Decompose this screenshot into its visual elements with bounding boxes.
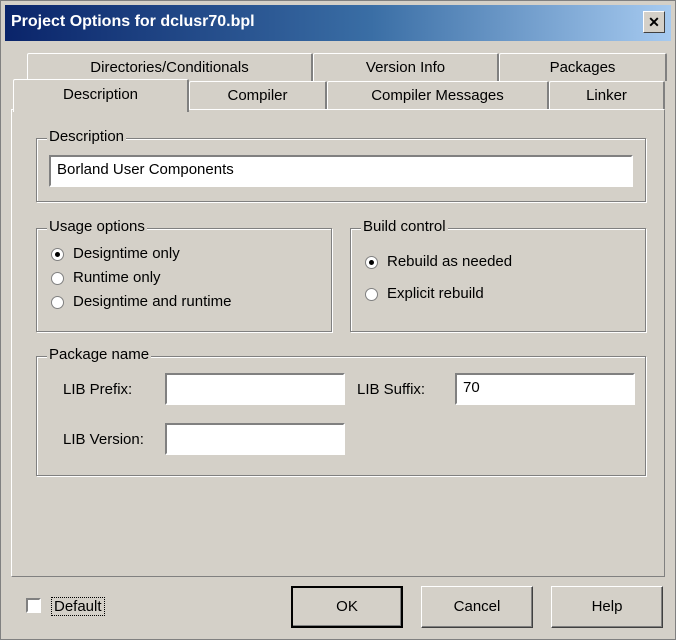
description-tab-panel: Description Borland User Components Usag… — [11, 109, 665, 577]
radio-runtime-only[interactable]: Runtime only — [51, 269, 311, 289]
tab-packages[interactable]: Packages — [499, 53, 667, 81]
usage-options-group: Usage options Designtime only Runtime on… — [36, 218, 332, 332]
lib-prefix-field[interactable] — [165, 373, 345, 405]
build-control-label: Build control — [361, 218, 448, 235]
radio-explicit-rebuild[interactable]: Explicit rebuild — [365, 285, 625, 305]
description-group: Description Borland User Components — [36, 128, 646, 202]
package-name-group: Package name LIB Prefix: LIB Suffix: 70 … — [36, 346, 646, 476]
default-checkbox[interactable] — [26, 598, 41, 613]
radio-label: Explicit rebuild — [387, 285, 484, 302]
window-title: Project Options for dclusr70.bpl — [11, 13, 255, 30]
tab-version-info[interactable]: Version Info — [313, 53, 499, 81]
lib-version-field[interactable] — [165, 423, 345, 455]
build-control-group: Build control Rebuild as needed Explicit… — [350, 218, 646, 332]
radio-unselected-icon[interactable] — [365, 288, 378, 301]
radio-label: Rebuild as needed — [387, 253, 513, 270]
ok-button[interactable]: OK — [291, 586, 403, 628]
tab-directories-conditionals[interactable]: Directories/Conditionals — [27, 53, 313, 81]
cancel-button[interactable]: Cancel — [421, 586, 533, 628]
usage-options-label: Usage options — [47, 218, 147, 235]
radio-designtime-only[interactable]: Designtime only — [51, 245, 311, 265]
radio-label: Runtime only — [73, 269, 161, 286]
radio-designtime-and-runtime[interactable]: Designtime and runtime — [51, 293, 311, 313]
help-button[interactable]: Help — [551, 586, 663, 628]
tab-linker[interactable]: Linker — [549, 81, 665, 109]
lib-version-label: LIB Version: — [63, 431, 144, 448]
tab-description[interactable]: Description — [13, 79, 189, 112]
radio-unselected-icon[interactable] — [51, 272, 64, 285]
tab-compiler-messages[interactable]: Compiler Messages — [327, 81, 549, 109]
radio-selected-icon[interactable] — [51, 248, 64, 261]
radio-label: Designtime and runtime — [73, 293, 232, 310]
default-checkbox-label[interactable]: Default — [51, 597, 105, 616]
description-field[interactable]: Borland User Components — [49, 155, 633, 187]
package-name-label: Package name — [47, 346, 152, 363]
radio-unselected-icon[interactable] — [51, 296, 64, 309]
radio-selected-icon[interactable] — [365, 256, 378, 269]
project-options-dialog: Project Options for dclusr70.bpl ✕ Direc… — [0, 0, 676, 640]
title-bar[interactable]: Project Options for dclusr70.bpl ✕ — [5, 5, 671, 41]
lib-suffix-field[interactable]: 70 — [455, 373, 635, 405]
tab-compiler[interactable]: Compiler — [189, 81, 327, 109]
description-group-label: Description — [47, 128, 127, 145]
lib-suffix-label: LIB Suffix: — [357, 381, 426, 398]
radio-rebuild-as-needed[interactable]: Rebuild as needed — [365, 253, 625, 273]
lib-prefix-label: LIB Prefix: — [63, 381, 133, 398]
close-icon[interactable]: ✕ — [643, 11, 665, 33]
radio-label: Designtime only — [73, 245, 180, 262]
